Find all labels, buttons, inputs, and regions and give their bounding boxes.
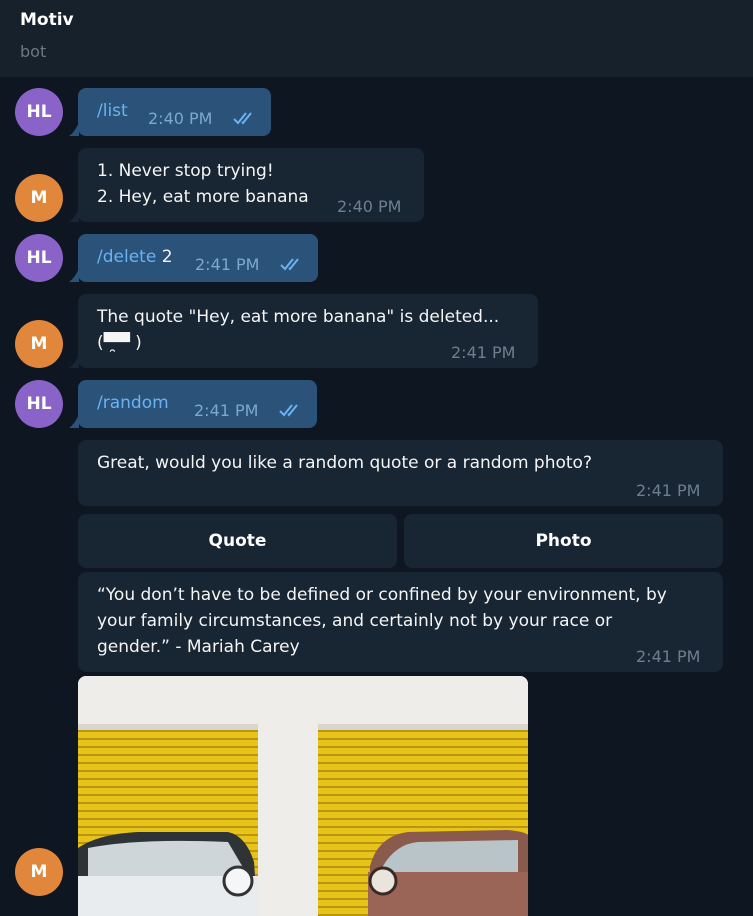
double-check-icon — [280, 258, 299, 271]
avatar[interactable]: HL — [15, 234, 63, 282]
incoming-message: “You don’t have to be defined or confine… — [78, 572, 723, 672]
message-time: 2:41 PM — [636, 647, 701, 666]
bubble-tail — [69, 122, 79, 136]
message-line: “You don’t have to be defined or confine… — [97, 585, 667, 605]
avatar[interactable]: M — [15, 320, 63, 368]
incoming-message: Great, would you like a random quote or … — [78, 440, 723, 506]
avatar[interactable]: HL — [15, 380, 63, 428]
bubble-tail — [69, 208, 79, 222]
message-line: 1. Never stop trying! — [97, 161, 274, 181]
command-link[interactable]: /random — [97, 390, 169, 416]
message-time: 2:41 PM — [636, 481, 701, 500]
avatar[interactable]: HL — [15, 88, 63, 136]
avatar[interactable]: M — [15, 848, 63, 896]
avatar[interactable]: M — [15, 174, 63, 222]
photo-button[interactable]: Photo — [404, 514, 723, 568]
double-check-icon — [279, 404, 298, 417]
outgoing-message: /delete 2 2:41 PM — [69, 234, 318, 282]
command-argument: 2 — [156, 247, 173, 267]
message-line: your family circumstances, and certainly… — [97, 611, 613, 631]
message-time: 2:40 PM — [337, 197, 402, 216]
message-line: The quote "Hey, eat more banana" is dele… — [97, 307, 500, 327]
outgoing-message: /random 2:41 PM — [69, 380, 317, 428]
chat-header[interactable]: Motiv bot — [0, 0, 753, 77]
double-check-icon — [233, 112, 252, 125]
bubble-tail — [69, 268, 79, 282]
message-line: 2. Hey, eat more banana — [97, 187, 309, 207]
quote-button[interactable]: Quote — [78, 514, 397, 568]
photo-message[interactable] — [78, 676, 528, 916]
message-time: 2:41 PM — [195, 255, 260, 274]
bubble-tail — [69, 354, 79, 368]
bubble-tail — [69, 414, 79, 428]
message-time: 2:41 PM — [194, 401, 259, 420]
message-time: 2:40 PM — [148, 109, 213, 128]
incoming-message: 1. Never stop trying! 2. Hey, eat more b… — [69, 148, 424, 222]
photo-image — [78, 676, 528, 916]
emoticon: (▀̯▀ ) — [97, 333, 142, 353]
command-link[interactable]: /list — [97, 98, 128, 124]
message-time: 2:41 PM — [451, 343, 516, 362]
outgoing-message: /list 2:40 PM — [69, 88, 271, 136]
chat-title: Motiv — [20, 10, 74, 30]
incoming-message: The quote "Hey, eat more banana" is dele… — [69, 294, 538, 368]
command-link[interactable]: /delete — [97, 247, 156, 267]
message-line: gender.” - Mariah Carey — [97, 637, 300, 657]
message-text: Great, would you like a random quote or … — [97, 453, 592, 473]
chat-subtitle: bot — [20, 42, 47, 61]
